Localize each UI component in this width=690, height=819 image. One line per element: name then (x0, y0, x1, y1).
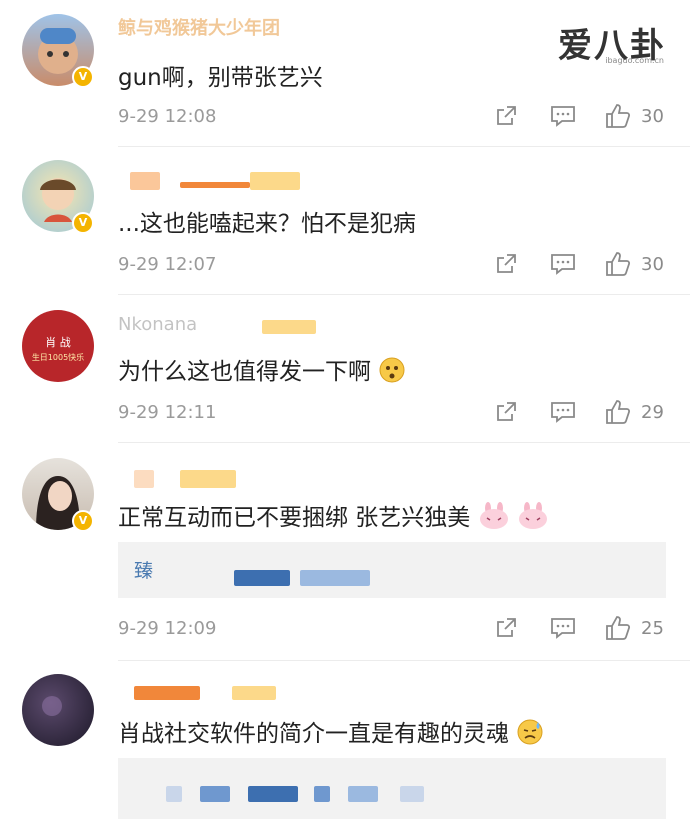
commenter-name[interactable]: 鲸与鸡猴猪大少年团 (118, 14, 280, 39)
comment-time: 9-29 12:11 (118, 402, 217, 423)
thumbs-up-icon[interactable] (604, 398, 632, 426)
divider (118, 294, 690, 295)
thumbs-up-icon[interactable] (604, 250, 632, 278)
comment-time: 9-29 12:09 (118, 618, 217, 639)
blurred-name (180, 182, 250, 188)
like-count: 29 (641, 402, 664, 423)
comment-text: 正常互动而已不要捆绑 张艺兴独美 (118, 498, 549, 536)
blurred-reply-text (248, 786, 298, 802)
blurred-reply-text (166, 786, 182, 802)
thumbs-up-icon[interactable] (604, 614, 632, 642)
share-icon[interactable] (494, 400, 518, 424)
watermark-logo: 爱八卦 ibaguo.com.cn (536, 18, 666, 66)
verified-badge-icon: V (72, 66, 94, 88)
divider (118, 442, 690, 443)
blurred-name (180, 470, 236, 488)
blurred-name (262, 320, 316, 334)
quoted-reply-box[interactable]: 臻 (118, 542, 666, 598)
comment-text: 肖战社交软件的简介一直是有趣的灵魂 (118, 714, 544, 752)
share-icon[interactable] (494, 252, 518, 276)
divider (118, 660, 690, 661)
sweat-emoji-icon (516, 718, 544, 752)
pink-rabbit-emoji-icon (517, 501, 549, 536)
verified-badge-icon: V (72, 212, 94, 234)
avatar[interactable] (22, 674, 94, 746)
share-icon[interactable] (494, 616, 518, 640)
blurred-name (134, 686, 200, 700)
comment-text: ...这也能嗑起来？怕不是犯病 (118, 211, 416, 237)
blurred-name (130, 172, 160, 190)
comment-time: 9-29 12:08 (118, 106, 217, 127)
blurred-reply-text (348, 786, 378, 802)
like-count: 25 (641, 618, 664, 639)
thumbs-up-icon[interactable] (604, 102, 632, 130)
blurred-name (134, 470, 154, 488)
blurred-reply-text (234, 570, 290, 586)
comment-icon[interactable] (550, 252, 576, 276)
share-icon[interactable] (494, 104, 518, 128)
like-count: 30 (641, 106, 664, 127)
like-count: 30 (641, 254, 664, 275)
quoted-reply-box[interactable] (118, 758, 666, 819)
comment-text: gun啊，别带张艺兴 (118, 65, 323, 91)
comment-icon[interactable] (550, 616, 576, 640)
comment-time: 9-29 12:07 (118, 254, 217, 275)
blurred-name (232, 686, 276, 700)
avatar-caption: 生日1005快乐 (31, 353, 85, 362)
blurred-reply-text (200, 786, 230, 802)
blurred-reply-text (300, 570, 370, 586)
comment-text-content: 正常互动而已不要捆绑 张艺兴独美 (118, 505, 471, 531)
quoted-reply-name: 臻 (134, 560, 154, 582)
commenter-name[interactable]: Nkonana (118, 314, 197, 336)
blurred-name (250, 172, 300, 190)
pink-rabbit-emoji-icon (478, 501, 510, 536)
verified-badge-icon: V (72, 510, 94, 532)
confused-emoji-icon (378, 356, 406, 390)
blurred-reply-text (314, 786, 330, 802)
blurred-reply-text (400, 786, 424, 802)
watermark-site: ibaguo.com.cn (605, 56, 664, 65)
comment-text: 为什么这也值得发一下啊 (118, 352, 406, 390)
comment-icon[interactable] (550, 400, 576, 424)
comment-text-content: 肖战社交软件的简介一直是有趣的灵魂 (118, 721, 509, 747)
avatar-text: 肖 战 (45, 336, 71, 349)
divider (118, 146, 690, 147)
avatar[interactable]: 肖 战 生日1005快乐 (22, 310, 94, 382)
comment-text-content: 为什么这也值得发一下啊 (118, 359, 371, 385)
comment-icon[interactable] (550, 104, 576, 128)
